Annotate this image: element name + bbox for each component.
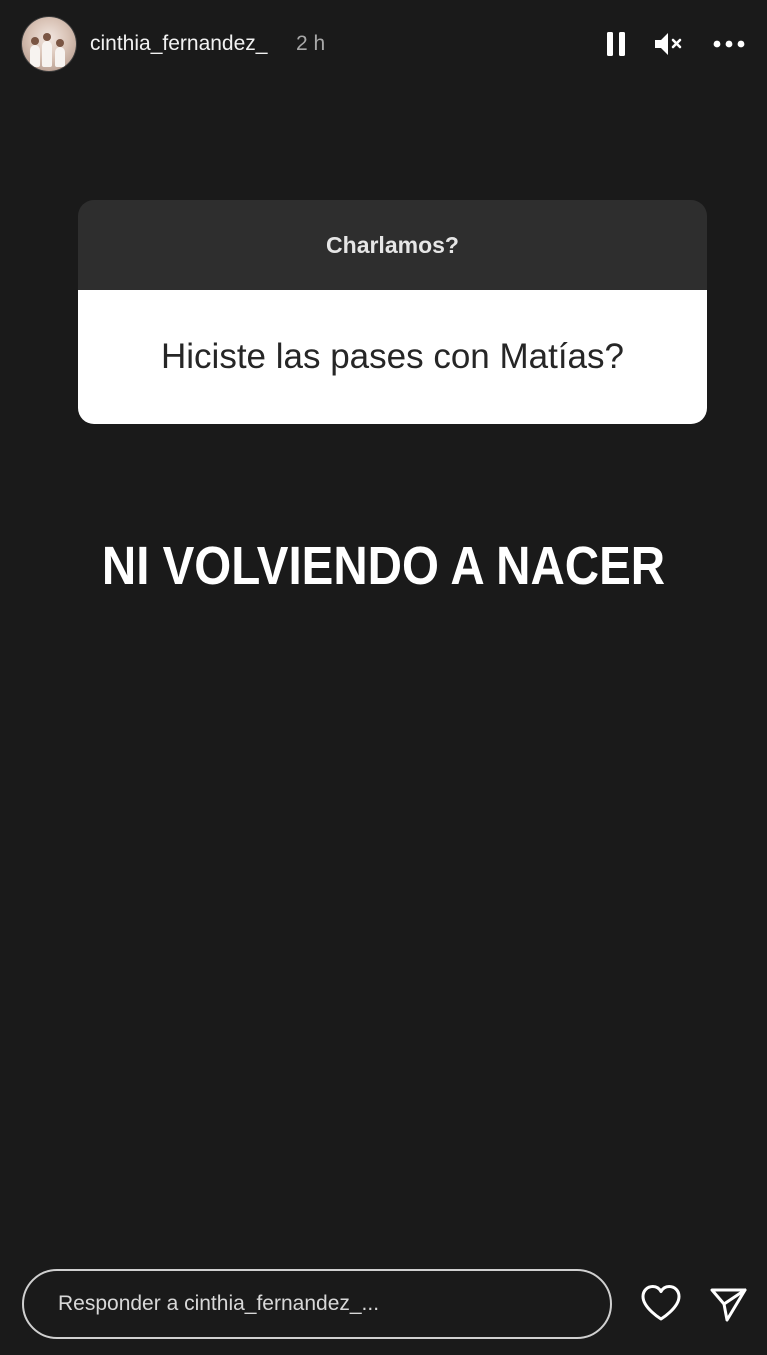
muted-speaker-icon	[655, 33, 682, 55]
pause-icon	[607, 32, 625, 56]
avatar-figure-head	[43, 33, 51, 41]
more-options-icon	[713, 40, 745, 48]
avatar-figure	[30, 45, 40, 67]
more-options-button[interactable]	[708, 26, 750, 62]
avatar-figure	[42, 41, 52, 67]
like-button[interactable]	[638, 1280, 684, 1326]
sticker-prompt: Charlamos?	[78, 200, 707, 290]
post-timestamp: 2 h	[296, 32, 326, 55]
send-button[interactable]	[704, 1280, 752, 1328]
pause-button[interactable]	[598, 26, 634, 62]
profile-avatar[interactable]	[22, 17, 76, 71]
avatar-figure	[55, 47, 65, 67]
avatar-figure-head	[31, 37, 39, 45]
username[interactable]: cinthia_fernandez_	[90, 32, 267, 56]
story-answer-text: NI VOLVIENDO A NACER	[101, 536, 666, 596]
reply-placeholder: Responder a cinthia_fernandez_...	[58, 1292, 380, 1315]
send-icon	[710, 1288, 747, 1322]
sticker-question: Hiciste las pases con Matías?	[78, 290, 707, 424]
reply-input[interactable]: Responder a cinthia_fernandez_...	[22, 1269, 612, 1339]
question-sticker: Charlamos? Hiciste las pases con Matías?	[78, 200, 707, 424]
story-header: cinthia_fernandez_ 2 h	[0, 0, 767, 90]
heart-icon	[641, 1285, 681, 1321]
mute-toggle-button[interactable]	[650, 26, 686, 62]
story-viewer: cinthia_fernandez_ 2 h Charlamos? Hicist…	[0, 0, 767, 1355]
avatar-figure-head	[56, 39, 64, 47]
